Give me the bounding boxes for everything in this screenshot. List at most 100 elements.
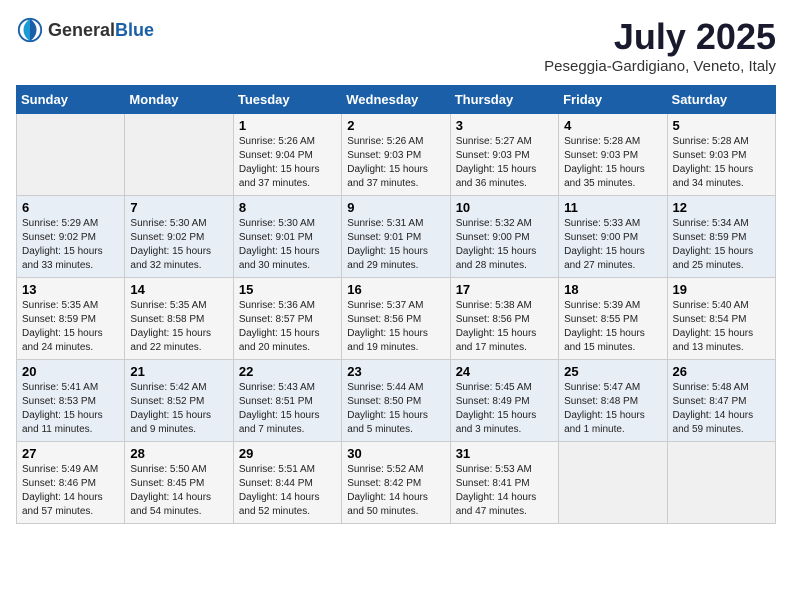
daylight-text: Daylight: 15 hours and 25 minutes. xyxy=(673,246,754,271)
weekday-header-sunday: Sunday xyxy=(17,86,125,114)
day-info: Sunrise: 5:51 AM Sunset: 8:44 PM Dayligh… xyxy=(239,463,336,519)
sunrise-text: Sunrise: 5:47 AM xyxy=(564,382,640,393)
day-info: Sunrise: 5:41 AM Sunset: 8:53 PM Dayligh… xyxy=(22,381,119,437)
sunrise-text: Sunrise: 5:36 AM xyxy=(239,300,315,311)
daylight-text: Daylight: 14 hours and 54 minutes. xyxy=(130,492,211,517)
day-info: Sunrise: 5:36 AM Sunset: 8:57 PM Dayligh… xyxy=(239,299,336,355)
daylight-text: Daylight: 14 hours and 57 minutes. xyxy=(22,492,103,517)
calendar-cell: 29 Sunrise: 5:51 AM Sunset: 8:44 PM Dayl… xyxy=(233,442,341,524)
calendar-cell: 13 Sunrise: 5:35 AM Sunset: 8:59 PM Dayl… xyxy=(17,278,125,360)
calendar-cell: 28 Sunrise: 5:50 AM Sunset: 8:45 PM Dayl… xyxy=(125,442,233,524)
sunset-text: Sunset: 9:03 PM xyxy=(456,150,530,161)
daylight-text: Daylight: 15 hours and 11 minutes. xyxy=(22,410,103,435)
day-info: Sunrise: 5:40 AM Sunset: 8:54 PM Dayligh… xyxy=(673,299,770,355)
day-info: Sunrise: 5:30 AM Sunset: 9:02 PM Dayligh… xyxy=(130,217,227,273)
daylight-text: Daylight: 14 hours and 47 minutes. xyxy=(456,492,537,517)
day-info: Sunrise: 5:50 AM Sunset: 8:45 PM Dayligh… xyxy=(130,463,227,519)
calendar-cell xyxy=(125,114,233,196)
sunset-text: Sunset: 8:57 PM xyxy=(239,314,313,325)
daylight-text: Daylight: 15 hours and 24 minutes. xyxy=(22,328,103,353)
sunrise-text: Sunrise: 5:49 AM xyxy=(22,464,98,475)
day-number: 26 xyxy=(673,364,770,379)
day-number: 1 xyxy=(239,118,336,133)
calendar-cell: 17 Sunrise: 5:38 AM Sunset: 8:56 PM Dayl… xyxy=(450,278,558,360)
sunset-text: Sunset: 8:56 PM xyxy=(456,314,530,325)
day-info: Sunrise: 5:52 AM Sunset: 8:42 PM Dayligh… xyxy=(347,463,444,519)
day-number: 17 xyxy=(456,282,553,297)
day-number: 28 xyxy=(130,446,227,461)
calendar-cell: 1 Sunrise: 5:26 AM Sunset: 9:04 PM Dayli… xyxy=(233,114,341,196)
calendar-cell: 10 Sunrise: 5:32 AM Sunset: 9:00 PM Dayl… xyxy=(450,196,558,278)
sunset-text: Sunset: 8:51 PM xyxy=(239,396,313,407)
sunset-text: Sunset: 9:03 PM xyxy=(673,150,747,161)
day-info: Sunrise: 5:53 AM Sunset: 8:41 PM Dayligh… xyxy=(456,463,553,519)
weekday-header-tuesday: Tuesday xyxy=(233,86,341,114)
sunset-text: Sunset: 8:59 PM xyxy=(22,314,96,325)
sunrise-text: Sunrise: 5:37 AM xyxy=(347,300,423,311)
daylight-text: Daylight: 15 hours and 28 minutes. xyxy=(456,246,537,271)
day-number: 21 xyxy=(130,364,227,379)
calendar-cell: 14 Sunrise: 5:35 AM Sunset: 8:58 PM Dayl… xyxy=(125,278,233,360)
day-number: 24 xyxy=(456,364,553,379)
day-info: Sunrise: 5:49 AM Sunset: 8:46 PM Dayligh… xyxy=(22,463,119,519)
calendar-week-3: 13 Sunrise: 5:35 AM Sunset: 8:59 PM Dayl… xyxy=(17,278,776,360)
sunset-text: Sunset: 8:52 PM xyxy=(130,396,204,407)
day-number: 25 xyxy=(564,364,661,379)
sunrise-text: Sunrise: 5:52 AM xyxy=(347,464,423,475)
calendar-cell: 30 Sunrise: 5:52 AM Sunset: 8:42 PM Dayl… xyxy=(342,442,450,524)
calendar-cell: 5 Sunrise: 5:28 AM Sunset: 9:03 PM Dayli… xyxy=(667,114,775,196)
daylight-text: Daylight: 15 hours and 1 minute. xyxy=(564,410,645,435)
day-info: Sunrise: 5:34 AM Sunset: 8:59 PM Dayligh… xyxy=(673,217,770,273)
sunrise-text: Sunrise: 5:51 AM xyxy=(239,464,315,475)
day-number: 29 xyxy=(239,446,336,461)
sunrise-text: Sunrise: 5:30 AM xyxy=(130,218,206,229)
sunrise-text: Sunrise: 5:33 AM xyxy=(564,218,640,229)
sunset-text: Sunset: 8:47 PM xyxy=(673,396,747,407)
sunset-text: Sunset: 9:03 PM xyxy=(347,150,421,161)
daylight-text: Daylight: 15 hours and 30 minutes. xyxy=(239,246,320,271)
daylight-text: Daylight: 15 hours and 22 minutes. xyxy=(130,328,211,353)
logo-icon xyxy=(16,16,44,44)
sunrise-text: Sunrise: 5:53 AM xyxy=(456,464,532,475)
sunset-text: Sunset: 9:03 PM xyxy=(564,150,638,161)
calendar-cell: 26 Sunrise: 5:48 AM Sunset: 8:47 PM Dayl… xyxy=(667,360,775,442)
sunset-text: Sunset: 9:01 PM xyxy=(239,232,313,243)
calendar-week-1: 1 Sunrise: 5:26 AM Sunset: 9:04 PM Dayli… xyxy=(17,114,776,196)
day-info: Sunrise: 5:26 AM Sunset: 9:04 PM Dayligh… xyxy=(239,135,336,191)
day-info: Sunrise: 5:31 AM Sunset: 9:01 PM Dayligh… xyxy=(347,217,444,273)
sunset-text: Sunset: 8:58 PM xyxy=(130,314,204,325)
sunrise-text: Sunrise: 5:28 AM xyxy=(673,136,749,147)
sunrise-text: Sunrise: 5:31 AM xyxy=(347,218,423,229)
day-info: Sunrise: 5:48 AM Sunset: 8:47 PM Dayligh… xyxy=(673,381,770,437)
daylight-text: Daylight: 15 hours and 33 minutes. xyxy=(22,246,103,271)
sunset-text: Sunset: 8:54 PM xyxy=(673,314,747,325)
day-number: 19 xyxy=(673,282,770,297)
day-number: 15 xyxy=(239,282,336,297)
daylight-text: Daylight: 15 hours and 29 minutes. xyxy=(347,246,428,271)
day-number: 13 xyxy=(22,282,119,297)
daylight-text: Daylight: 15 hours and 35 minutes. xyxy=(564,164,645,189)
day-info: Sunrise: 5:28 AM Sunset: 9:03 PM Dayligh… xyxy=(564,135,661,191)
calendar-cell: 3 Sunrise: 5:27 AM Sunset: 9:03 PM Dayli… xyxy=(450,114,558,196)
day-number: 5 xyxy=(673,118,770,133)
sunset-text: Sunset: 8:42 PM xyxy=(347,478,421,489)
sunrise-text: Sunrise: 5:41 AM xyxy=(22,382,98,393)
daylight-text: Daylight: 14 hours and 59 minutes. xyxy=(673,410,754,435)
logo-blue: Blue xyxy=(115,20,154,40)
daylight-text: Daylight: 15 hours and 32 minutes. xyxy=(130,246,211,271)
page-header: GeneralBlue July 2025 Peseggia-Gardigian… xyxy=(16,16,776,75)
day-number: 3 xyxy=(456,118,553,133)
calendar-cell xyxy=(559,442,667,524)
day-info: Sunrise: 5:32 AM Sunset: 9:00 PM Dayligh… xyxy=(456,217,553,273)
sunset-text: Sunset: 8:45 PM xyxy=(130,478,204,489)
calendar-table: SundayMondayTuesdayWednesdayThursdayFrid… xyxy=(16,85,776,524)
daylight-text: Daylight: 15 hours and 9 minutes. xyxy=(130,410,211,435)
logo-text: GeneralBlue xyxy=(48,20,154,41)
day-info: Sunrise: 5:33 AM Sunset: 9:00 PM Dayligh… xyxy=(564,217,661,273)
day-info: Sunrise: 5:45 AM Sunset: 8:49 PM Dayligh… xyxy=(456,381,553,437)
calendar-cell: 4 Sunrise: 5:28 AM Sunset: 9:03 PM Dayli… xyxy=(559,114,667,196)
calendar-cell: 15 Sunrise: 5:36 AM Sunset: 8:57 PM Dayl… xyxy=(233,278,341,360)
sunset-text: Sunset: 9:02 PM xyxy=(22,232,96,243)
daylight-text: Daylight: 15 hours and 34 minutes. xyxy=(673,164,754,189)
sunrise-text: Sunrise: 5:43 AM xyxy=(239,382,315,393)
